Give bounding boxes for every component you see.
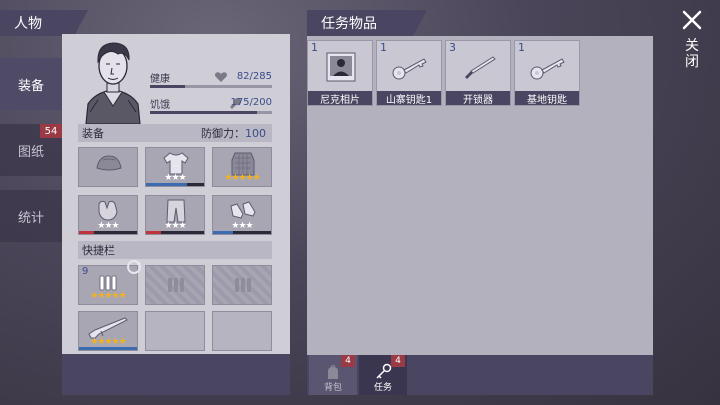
hunger-bar-fill bbox=[150, 111, 257, 114]
shoes-stars: ★★★ bbox=[231, 221, 253, 231]
task-item-qty: 1 bbox=[380, 41, 387, 54]
gloves-durability bbox=[79, 231, 137, 234]
task-item-name: 开锁器 bbox=[446, 91, 510, 106]
key-icon bbox=[392, 58, 427, 80]
task-item-name: 尼克相片 bbox=[308, 91, 372, 106]
tab-statistics-label: 统计 bbox=[17, 210, 44, 226]
ammo-quantity: 9 bbox=[82, 266, 89, 277]
locked-ammo-icon bbox=[235, 278, 251, 292]
tab-backpack[interactable]: 4 背包 bbox=[309, 355, 357, 395]
tasks-label: 任务 bbox=[373, 383, 392, 393]
cap-icon bbox=[96, 155, 122, 171]
quickbar-section-title: 快捷栏 bbox=[78, 241, 272, 259]
character-header-title: 人物 bbox=[14, 16, 42, 32]
tab-equipment[interactable]: 装备 bbox=[0, 58, 62, 110]
quickbar-slot-2[interactable] bbox=[145, 265, 205, 305]
task-items-header-title: 任务物品 bbox=[321, 16, 377, 32]
equipment-section-title: 装备 防御力：100 bbox=[78, 124, 272, 142]
equip-slot-head[interactable] bbox=[78, 147, 138, 187]
character-panel: 健康 82/285 饥饿 175/200 装备 防御力：100 ★★★ ★★★★… bbox=[62, 34, 290, 354]
character-header: 人物 bbox=[0, 10, 88, 36]
hunger-value: 175/200 bbox=[230, 97, 272, 108]
tab-statistics[interactable]: 统计 bbox=[0, 190, 62, 242]
equip-slot-shirt[interactable]: ★★★ bbox=[145, 147, 205, 187]
tasks-badge: 4 bbox=[391, 355, 405, 367]
close-label[interactable]: 关闭 bbox=[684, 38, 700, 70]
task-item-photo[interactable]: 1 尼克相片 bbox=[307, 40, 373, 106]
character-portrait bbox=[78, 34, 148, 124]
quickbar-slot-1[interactable]: 9 ★★★★★ bbox=[78, 260, 141, 305]
equip-slot-shoes[interactable]: ★★★ bbox=[212, 195, 272, 235]
close-icon[interactable] bbox=[678, 6, 706, 34]
task-item-lockpick[interactable]: 3 开锁器 bbox=[445, 40, 511, 106]
hunger-label: 饥饿 bbox=[150, 100, 170, 111]
key-icon bbox=[530, 58, 565, 80]
task-items-panel: 1 尼克相片 1 山寨钥匙1 3 开锁器 1 基地钥匙 bbox=[307, 36, 653, 355]
hunger-bar bbox=[150, 111, 272, 114]
health-label: 健康 bbox=[150, 74, 170, 85]
task-item-name: 山寨钥匙1 bbox=[377, 91, 441, 106]
quickbar-slot-6[interactable] bbox=[212, 311, 272, 351]
shirt-durability bbox=[146, 183, 204, 186]
health-bar-fill bbox=[150, 85, 186, 88]
tab-blueprints[interactable]: 图纸 54 bbox=[0, 124, 62, 176]
task-item-qty: 3 bbox=[449, 41, 456, 54]
quickbar-slot-3[interactable] bbox=[212, 265, 272, 305]
health-bar bbox=[150, 85, 272, 88]
equip-slot-gloves[interactable]: ★★★ bbox=[78, 195, 138, 235]
key-icon bbox=[376, 363, 392, 379]
quickbar-slot-5[interactable] bbox=[145, 311, 205, 351]
bottom-tab-bar: 4 背包 4 任务 bbox=[307, 355, 653, 395]
shotgun-durability bbox=[79, 347, 137, 350]
quickbar-title: 快捷栏 bbox=[82, 244, 115, 257]
backpack-badge: 4 bbox=[341, 355, 355, 367]
tab-blueprints-label: 图纸 bbox=[17, 144, 44, 160]
task-item-base-key[interactable]: 1 基地钥匙 bbox=[514, 40, 580, 106]
equip-slot-pants[interactable]: ★★★ bbox=[145, 195, 205, 235]
ammo-stars: ★★★★★ bbox=[90, 291, 126, 301]
quickbar-slot-4[interactable]: ★★★★★ bbox=[78, 311, 138, 351]
shotgun-stars: ★★★★★ bbox=[90, 337, 126, 347]
task-item-fake-key[interactable]: 1 山寨钥匙1 bbox=[376, 40, 442, 106]
shirt-stars: ★★★ bbox=[164, 173, 186, 183]
backpack-label: 背包 bbox=[323, 383, 342, 393]
task-item-qty: 1 bbox=[518, 41, 525, 54]
task-item-qty: 1 bbox=[311, 41, 318, 54]
equipment-title: 装备 bbox=[82, 127, 104, 140]
backpack-icon bbox=[328, 364, 338, 379]
defense-stat: 防御力：100 bbox=[201, 125, 266, 141]
character-panel-footer bbox=[62, 354, 290, 395]
defense-label: 防御力： bbox=[201, 127, 245, 140]
shoes-durability bbox=[213, 231, 271, 234]
task-item-name: 基地钥匙 bbox=[515, 91, 579, 106]
tab-equipment-label: 装备 bbox=[17, 78, 44, 94]
blueprint-count-badge: 54 bbox=[40, 124, 62, 138]
defense-value: 100 bbox=[245, 127, 266, 140]
armor-stars: ★★★★★ bbox=[224, 173, 260, 183]
swap-icon[interactable] bbox=[125, 258, 143, 276]
locked-ammo-icon bbox=[168, 278, 184, 292]
pants-stars: ★★★ bbox=[164, 221, 186, 231]
gloves-stars: ★★★ bbox=[97, 221, 119, 231]
pants-durability bbox=[146, 231, 204, 234]
tab-tasks[interactable]: 4 任务 bbox=[359, 355, 407, 395]
equip-slot-armor[interactable]: ★★★★★ bbox=[212, 147, 272, 187]
health-value: 82/285 bbox=[236, 71, 272, 82]
lockpick-icon bbox=[465, 56, 496, 79]
task-items-header: 任务物品 bbox=[307, 10, 427, 36]
photo-icon bbox=[326, 52, 356, 82]
